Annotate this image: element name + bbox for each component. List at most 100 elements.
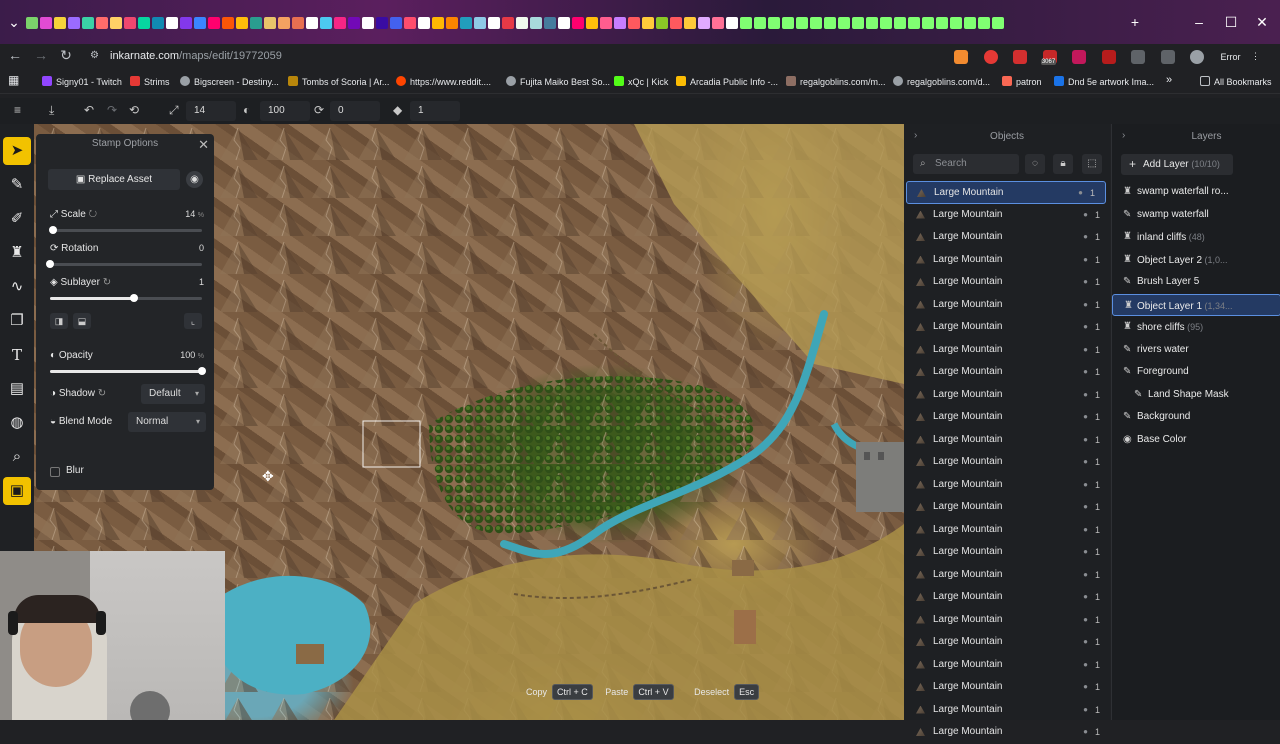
minimize-icon[interactable]: – (1189, 14, 1209, 30)
layers-copy-icon[interactable]: ❐ (3, 307, 31, 335)
bookmark-item[interactable]: xQc | Kick (614, 76, 668, 87)
object-list-item[interactable]: Large Mountain ● 1 (904, 676, 1110, 699)
back-icon[interactable]: ← (6, 47, 24, 63)
save-icon[interactable]: ▣ (3, 477, 31, 505)
hamburger-menu-icon[interactable]: ≡ (14, 103, 21, 117)
text-tool-icon[interactable]: T (3, 341, 31, 369)
visibility-icon[interactable]: ● (1083, 204, 1088, 226)
visibility-icon[interactable]: ● (1083, 721, 1088, 743)
opacity-slider[interactable] (50, 367, 206, 375)
shadow-select[interactable]: Default ▾ (141, 384, 205, 404)
reload-icon[interactable]: ↻ (57, 47, 75, 64)
visibility-icon[interactable]: ● (1083, 541, 1088, 563)
object-list-item[interactable]: Large Mountain ● 1 (904, 451, 1110, 474)
visibility-icon[interactable]: ● (1083, 699, 1088, 721)
reset-icon[interactable]: ↻ (98, 388, 106, 399)
visibility-icon[interactable]: ● (1083, 339, 1088, 361)
flip-horizontal-icon[interactable]: ◨ (50, 313, 68, 329)
hide-eye-icon[interactable]: ◌ (1025, 154, 1045, 174)
globe-icon[interactable]: ◍ (3, 409, 31, 437)
object-list-item[interactable]: Large Mountain ● 1 (904, 721, 1110, 744)
paste-hint[interactable]: Paste (605, 687, 628, 697)
object-list-item[interactable]: Large Mountain ● 1 (904, 316, 1110, 339)
layer-list-item[interactable]: ✎ Brush Layer 5 (1112, 271, 1280, 294)
opacity-value[interactable]: 100 (180, 350, 195, 360)
extension-icon[interactable] (954, 49, 969, 64)
visibility-icon[interactable]: ● (1083, 451, 1088, 473)
rotate-icon[interactable]: ⟳ (314, 103, 324, 117)
new-tab-icon[interactable]: + (1125, 14, 1145, 30)
reset-icon[interactable]: ↻ (103, 277, 111, 288)
copy-hint[interactable]: Copy (526, 687, 547, 697)
brush-size-field[interactable]: 14 (186, 101, 236, 121)
layer-count-field[interactable]: 1 (410, 101, 460, 121)
rotation-field[interactable]: 0 (330, 101, 380, 121)
extension-icon[interactable] (1072, 49, 1087, 64)
url-field[interactable]: ⚙ inkarnate.com/maps/edit/19772059 (86, 45, 986, 67)
sublayer-slider[interactable] (50, 294, 202, 302)
export-icon[interactable]: ⤓ (49, 103, 54, 118)
zoom-icon[interactable]: ⌕ (3, 443, 31, 471)
object-list-item[interactable]: Large Mountain ● 1 (904, 564, 1110, 587)
bookmark-item[interactable]: Bigscreen - Destiny... (180, 76, 279, 87)
object-list-item[interactable]: Large Mountain ● 1 (904, 699, 1110, 722)
select-area-icon[interactable]: ⬚ (1082, 154, 1102, 174)
layer-list-item[interactable]: ✎ Land Shape Mask (1112, 384, 1280, 407)
layer-list-item[interactable]: ✎ Background (1112, 406, 1280, 429)
path-icon[interactable]: ∿ (3, 273, 31, 301)
object-list-item[interactable]: Large Mountain ● 1 (904, 384, 1110, 407)
visibility-icon[interactable]: ● (1083, 654, 1088, 676)
profile-avatar-icon[interactable] (1190, 49, 1205, 64)
layer-list-item[interactable]: ♜ swamp waterfall ro... (1112, 181, 1280, 204)
object-list-item[interactable]: Large Mountain ● 1 (904, 294, 1110, 317)
apps-grid-icon[interactable]: ▦ (8, 73, 19, 87)
opacity-slider-knob[interactable] (198, 367, 206, 375)
extension-icon[interactable] (1013, 49, 1028, 64)
object-list-item[interactable]: Large Mountain ● 1 (904, 654, 1110, 677)
visibility-icon[interactable]: ● (1083, 429, 1088, 451)
bookmark-item[interactable]: Arcadia Public Info -... (676, 76, 778, 87)
extension-badge-icon[interactable]: 3067 (1040, 49, 1057, 65)
object-list-item[interactable]: Large Mountain ● 1 (904, 339, 1110, 362)
opacity-drop-icon[interactable]: ◐ (243, 103, 250, 117)
deselect-hint[interactable]: Deselect (694, 687, 729, 697)
maximize-icon[interactable]: ☐ (1221, 14, 1241, 31)
visibility-icon[interactable]: ● (1083, 384, 1088, 406)
resize-icon[interactable]: ⤢ (169, 103, 179, 118)
reset-icon[interactable]: ↻ (89, 209, 97, 220)
scale-value[interactable]: 14 (185, 209, 195, 219)
visibility-icon[interactable]: ● (1083, 676, 1088, 698)
visibility-icon[interactable]: ● (1083, 586, 1088, 608)
scale-slider-knob[interactable] (49, 226, 58, 234)
extensions-puzzle-icon[interactable] (1131, 49, 1146, 64)
add-layer-button[interactable]: + Add Layer (10/10) (1121, 154, 1233, 175)
fit-icon[interactable]: ⌞ (184, 313, 202, 329)
site-info-icon[interactable]: ⚙ (90, 45, 99, 67)
object-list-item[interactable]: Large Mountain ● 1 (904, 519, 1110, 542)
visibility-icon[interactable]: ● (1083, 294, 1088, 316)
menu-kebab-icon[interactable]: ⋮ (1251, 51, 1260, 62)
object-list-item[interactable]: Large Mountain ● 1 (904, 226, 1110, 249)
visibility-icon[interactable]: ● (1083, 406, 1088, 428)
layer-list-item[interactable]: ✎ Foreground (1112, 361, 1280, 384)
scale-slider[interactable] (49, 226, 202, 234)
object-list-item[interactable]: Large Mountain ● 1 (904, 609, 1110, 632)
reading-list-icon[interactable] (1160, 49, 1175, 64)
undo-icon[interactable]: ↶ (84, 103, 94, 117)
bookmark-item[interactable]: Fujita Maiko Best So... (506, 76, 610, 87)
layer-list-item[interactable]: ♜ Object Layer 1 (1,34... (1112, 293, 1280, 316)
notes-icon[interactable]: ▤ (3, 375, 31, 403)
sublayer-slider-knob[interactable] (129, 294, 138, 302)
layers-stack-icon[interactable]: ◆ (393, 103, 402, 117)
pinned-tab-favicons[interactable] (26, 17, 1106, 33)
bookmark-item[interactable]: Dnd 5e artwork Ima... (1054, 76, 1154, 87)
visibility-icon[interactable]: ● (1083, 474, 1088, 496)
layer-list-item[interactable]: ✎ swamp waterfall (1112, 204, 1280, 227)
error-status[interactable]: Error (1221, 52, 1241, 62)
close-icon[interactable]: ✕ (198, 137, 209, 153)
rotation-slider-knob[interactable] (46, 260, 54, 268)
visibility-icon[interactable]: ● (1083, 519, 1088, 541)
object-list-item[interactable]: Large Mountain ● 1 (904, 496, 1110, 519)
bookmark-item[interactable]: Signy01 - Twitch (42, 76, 122, 87)
visibility-icon[interactable]: ● (1083, 564, 1088, 586)
